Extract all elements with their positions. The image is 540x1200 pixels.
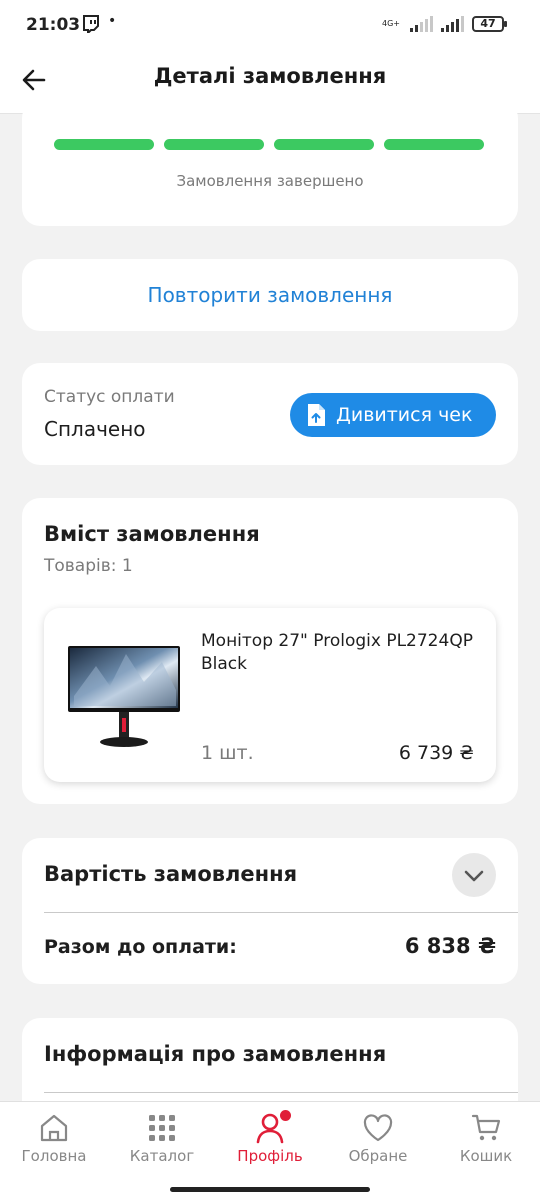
repeat-order-button[interactable]: Повторити замовлення: [22, 259, 518, 331]
order-items-count: Товарів: 1: [44, 556, 133, 576]
expand-cost-button[interactable]: [452, 853, 496, 897]
progress-steps: [54, 139, 484, 150]
repeat-order-card: Повторити замовлення: [22, 259, 518, 331]
signal-2-icon: [441, 16, 464, 32]
nav-label-profile: Профіль: [237, 1147, 303, 1165]
order-cost-title: Вартість замовлення: [44, 862, 298, 886]
nav-item-favorites[interactable]: Обране: [324, 1102, 432, 1180]
divider: [44, 912, 518, 913]
progress-step: [384, 139, 484, 150]
product-name: Монітор 27" Prologix PL2724QP Black: [201, 631, 473, 674]
nav-item-catalog[interactable]: Каталог: [108, 1102, 216, 1180]
nav-label-catalog: Каталог: [129, 1147, 195, 1165]
home-indicator[interactable]: [170, 1187, 370, 1192]
gesture-bar: [0, 1180, 540, 1200]
back-button[interactable]: [20, 66, 48, 94]
chevron-down-icon: [464, 870, 484, 882]
arrow-left-icon: [22, 69, 46, 91]
product-price: 6 739 ₴: [398, 742, 474, 764]
divider: [44, 1092, 518, 1093]
nav-label-home: Головна: [21, 1147, 87, 1165]
nav-label-favorites: Обране: [348, 1147, 408, 1165]
notification-dot-icon: •: [108, 13, 117, 29]
status-bar: 21:03 • 4G+ 47: [0, 0, 540, 52]
status-time: 21:03: [26, 15, 81, 35]
battery-level: 47: [480, 17, 496, 30]
progress-step: [54, 139, 154, 150]
cart-icon: [471, 1114, 501, 1141]
twitch-icon: [82, 15, 100, 38]
network-type: 4G+: [382, 19, 400, 28]
total-value: 6 838 ₴: [404, 934, 496, 958]
page-title: Деталі замовлення: [153, 64, 387, 88]
order-items-card: Вміст замовлення Товарів: 1 Монітор 27" …: [22, 498, 518, 804]
view-receipt-button[interactable]: Дивитися чек: [290, 393, 496, 437]
order-cost-card: Вартість замовлення Разом до оплати: 6 8…: [22, 838, 518, 984]
nav-item-home[interactable]: Головна: [0, 1102, 108, 1180]
battery-icon: 47: [472, 16, 507, 32]
progress-step: [164, 139, 264, 150]
bottom-navigation: Головна Каталог Профіль Обране Кошик: [0, 1101, 540, 1180]
product-card[interactable]: Монітор 27" Prologix PL2724QP Black 1 шт…: [44, 608, 496, 782]
order-items-title: Вміст замовлення: [44, 522, 260, 546]
order-progress-card: Замовлення завершено: [22, 100, 518, 226]
nav-label-cart: Кошик: [459, 1147, 513, 1165]
signal-icon: [410, 16, 433, 32]
order-status-text: Замовлення завершено: [176, 172, 364, 190]
home-icon: [40, 1114, 68, 1142]
order-info-title: Інформація про замовлення: [44, 1042, 387, 1066]
view-receipt-label: Дивитися чек: [336, 404, 473, 426]
nav-item-cart[interactable]: Кошик: [432, 1102, 540, 1180]
payment-status-label: Статус оплати: [44, 387, 175, 407]
total-label: Разом до оплати:: [44, 936, 237, 958]
notification-badge: [280, 1110, 291, 1121]
monitor-image: [66, 646, 184, 752]
grid-icon: [149, 1115, 175, 1141]
progress-step: [274, 139, 374, 150]
receipt-upload-icon: [308, 404, 325, 426]
nav-item-profile[interactable]: Профіль: [216, 1102, 324, 1180]
payment-status-card: Статус оплати Сплачено Дивитися чек: [22, 363, 518, 465]
product-quantity: 1 шт.: [201, 742, 254, 764]
payment-status-value: Сплачено: [44, 417, 146, 441]
heart-icon: [363, 1114, 393, 1142]
